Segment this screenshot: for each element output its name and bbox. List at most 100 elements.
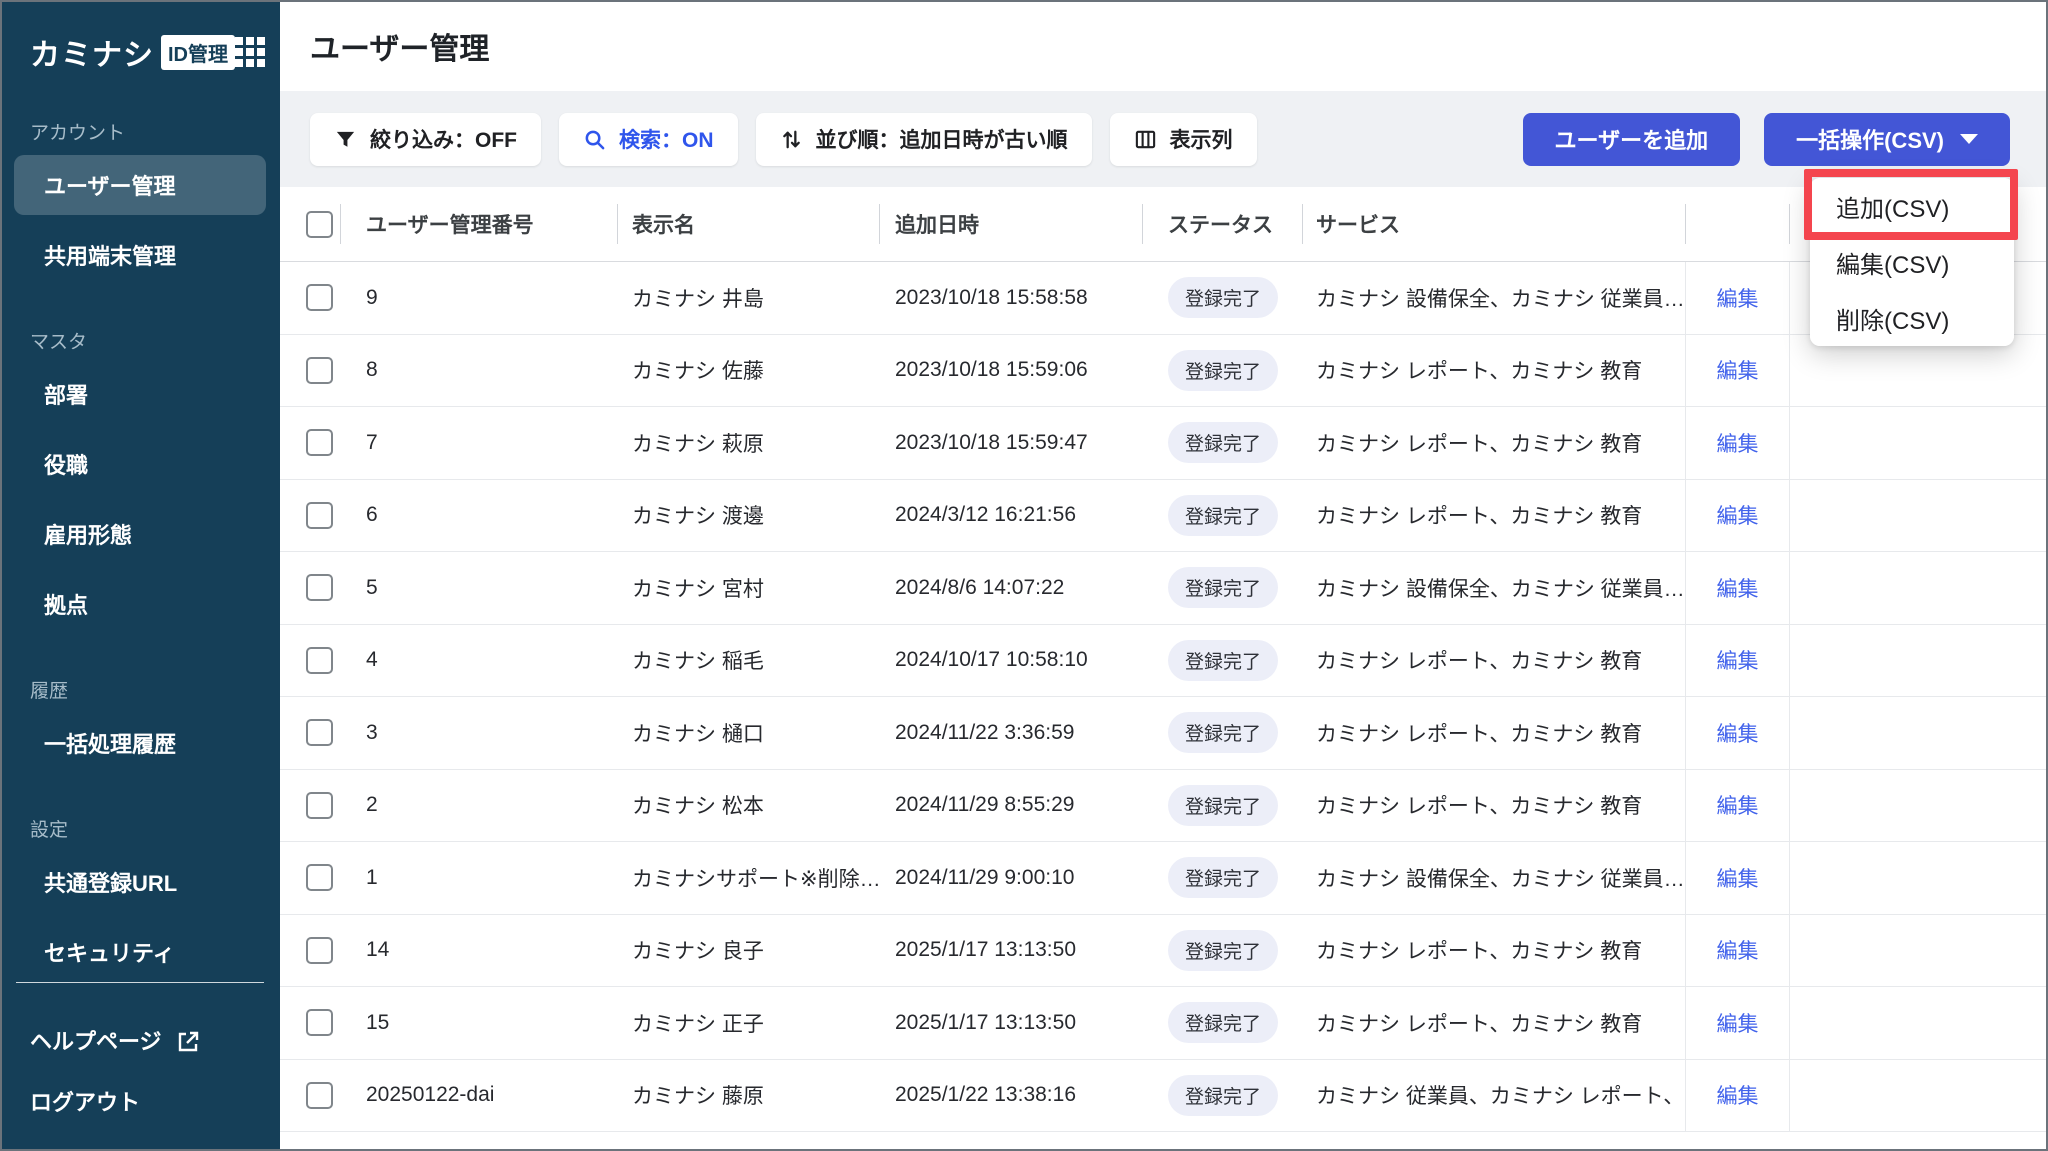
cell-added-date: 2024/11/29 8:55:29 [895, 793, 1075, 817]
edit-link[interactable]: 編集 [1717, 500, 1759, 530]
support-help-label: サポートチームヘルプページ環境 [30, 1147, 256, 1151]
sidebar-item-shared-devices[interactable]: 共用端末管理 [14, 225, 266, 285]
cell-user-number: 3 [366, 720, 378, 744]
edit-link[interactable]: 編集 [1717, 1080, 1759, 1110]
cell-display-name: カミナシ 渡邊 [632, 505, 764, 529]
table-row: 14 カミナシ 良子 2025/1/17 13:13:50 登録完了 カミナシ … [280, 914, 2048, 987]
menu-item-1[interactable]: 追加(CSV) [1810, 178, 2014, 234]
row-checkbox[interactable] [306, 646, 333, 674]
cell-services: カミナシ レポート、カミナシ 教育 [1316, 795, 1643, 819]
edit-link[interactable]: 編集 [1717, 935, 1759, 965]
page-header: ユーザー管理 [280, 0, 2048, 91]
sidebar-item-bulk-history[interactable]: 一括処理履歴 [14, 713, 266, 773]
status-badge: 登録完了 [1168, 1074, 1279, 1116]
sidebar-item-employment-types[interactable]: 雇用形態 [14, 504, 266, 564]
cell-services: カミナシ 設備保全、カミナシ 従業員… [1316, 287, 1685, 311]
external-link-icon [176, 1030, 200, 1054]
header-cell-edit [1685, 187, 1789, 261]
add-user-button[interactable]: ユーザーを追加 [1522, 112, 1741, 166]
row-checkbox[interactable] [306, 501, 333, 529]
cell-added-date: 2024/10/17 10:58:10 [895, 648, 1088, 672]
edit-link[interactable]: 編集 [1717, 645, 1759, 675]
cell-added-date: 2025/1/22 13:38:16 [895, 1083, 1077, 1107]
edit-link[interactable]: 編集 [1717, 283, 1759, 313]
app-grid-icon[interactable] [235, 37, 265, 67]
status-badge: 登録完了 [1168, 422, 1279, 464]
header-cell-checkbox [280, 187, 340, 261]
cell-services: カミナシ レポート、カミナシ 教育 [1316, 940, 1643, 964]
section-label: 履歴 [30, 681, 69, 702]
bulk-csv-label: 一括操作(CSV) [1796, 128, 1944, 153]
edit-link[interactable]: 編集 [1717, 573, 1759, 603]
cell-user-number: 1 [366, 865, 378, 889]
select-all-checkbox[interactable] [306, 210, 333, 238]
status-badge: 登録完了 [1168, 349, 1279, 391]
filter-button[interactable]: 絞り込み：OFF [310, 112, 541, 166]
cell-services: カミナシ 従業員、カミナシ レポート、… [1316, 1085, 1685, 1109]
section-items: 部署 役職 雇用形態 拠点 [0, 364, 280, 634]
sidebar-item-common-registration-url[interactable]: 共通登録URL [14, 852, 266, 912]
row-checkbox[interactable] [306, 791, 333, 819]
cell-display-name: カミナシ 正子 [632, 1012, 764, 1036]
edit-link[interactable]: 編集 [1717, 355, 1759, 385]
table-row: 20250122-dai カミナシ 藤原 2025/1/22 13:38:16 … [280, 1059, 2048, 1132]
row-checkbox[interactable] [306, 429, 333, 457]
row-checkbox[interactable] [306, 574, 333, 602]
row-checkbox[interactable] [306, 864, 333, 892]
cell-display-name: カミナシ 松本 [632, 795, 764, 819]
cell-added-date: 2024/8/6 14:07:22 [895, 575, 1065, 599]
cell-user-number: 9 [366, 285, 378, 309]
cell-user-number: 6 [366, 503, 378, 527]
columns-button[interactable]: 表示列 [1109, 112, 1257, 166]
sidebar-divider [16, 982, 264, 983]
cell-display-name: カミナシ 樋口 [632, 722, 764, 746]
bulk-csv-button[interactable]: 一括操作(CSV) [1764, 112, 2010, 166]
table-body: 9 カミナシ 井島 2023/10/18 15:58:58 登録完了 カミナシ … [280, 262, 2048, 1132]
sidebar-item-users[interactable]: ユーザー管理 [14, 155, 266, 215]
menu-item-2[interactable]: 編集(CSV) [1810, 234, 2014, 290]
sidebar-item-departments[interactable]: 部署 [14, 364, 266, 424]
brand-badge: ID管理 [161, 34, 235, 70]
sort-label: 並び順：追加日時が古い順 [815, 129, 1068, 152]
row-checkbox[interactable] [306, 1009, 333, 1037]
search-button[interactable]: 検索：ON [559, 112, 738, 166]
edit-link[interactable]: 編集 [1717, 1008, 1759, 1038]
main-content: ユーザー管理 絞り込み：OFF 検索：ON 並び順：追加日時が古い順 表示列 ユ… [280, 0, 2048, 1151]
sidebar-item-roles[interactable]: 役職 [14, 434, 266, 494]
sidebar: カミナシ ID管理 アカウント ユーザー管理 共用端末管理 マスタ 部署 役職 … [0, 0, 280, 1151]
edit-link[interactable]: 編集 [1717, 863, 1759, 893]
row-checkbox[interactable] [306, 284, 333, 312]
logo-row: カミナシ ID管理 [0, 0, 280, 74]
table-row: 1 カミナシサポート※削除… 2024/11/29 9:00:10 登録完了 カ… [280, 842, 2048, 915]
sidebar-section: アカウント ユーザー管理 共用端末管理 [0, 118, 280, 285]
cell-added-date: 2024/11/29 9:00:10 [895, 865, 1075, 889]
user-table: ユーザー管理番号 表示名 追加日時 ステータス サービス 9 カミナシ 井島 2… [280, 187, 2048, 1151]
sidebar-item-logout[interactable]: ログアウト [14, 1072, 266, 1133]
cell-user-number: 14 [366, 938, 390, 962]
sort-button[interactable]: 並び順：追加日時が古い順 [755, 112, 1092, 166]
edit-link[interactable]: 編集 [1717, 790, 1759, 820]
sidebar-item-help-page[interactable]: ヘルプページ [14, 1011, 266, 1072]
sidebar-item-sites[interactable]: 拠点 [14, 574, 266, 634]
row-checkbox[interactable] [306, 356, 333, 384]
row-checkbox[interactable] [306, 936, 333, 964]
row-checkbox[interactable] [306, 1081, 333, 1109]
search-icon [583, 128, 606, 151]
add-user-label: ユーザーを追加 [1554, 128, 1709, 153]
status-badge: 登録完了 [1168, 784, 1279, 826]
cell-display-name: カミナシ 藤原 [632, 1085, 764, 1109]
cell-added-date: 2025/1/17 13:13:50 [895, 1010, 1077, 1034]
row-checkbox[interactable] [306, 719, 333, 747]
edit-link[interactable]: 編集 [1717, 428, 1759, 458]
sidebar-nav: アカウント ユーザー管理 共用端末管理 マスタ 部署 役職 雇用形態 拠点 履歴… [0, 74, 280, 982]
status-badge: 登録完了 [1168, 639, 1279, 681]
menu-item-3[interactable]: 削除(CSV) [1810, 290, 2014, 346]
cell-services: カミナシ レポート、カミナシ 教育 [1316, 1012, 1643, 1036]
cell-services: カミナシ レポート、カミナシ 教育 [1316, 650, 1643, 674]
sidebar-item-security[interactable]: セキュリティ [14, 922, 266, 982]
brand-logo: カミナシ [30, 39, 154, 72]
section-label: 設定 [30, 820, 69, 841]
cell-added-date: 2023/10/18 15:59:06 [895, 358, 1088, 382]
edit-link[interactable]: 編集 [1717, 718, 1759, 748]
sidebar-item-support-help[interactable]: サポートチームヘルプページ環境 [14, 1133, 266, 1151]
